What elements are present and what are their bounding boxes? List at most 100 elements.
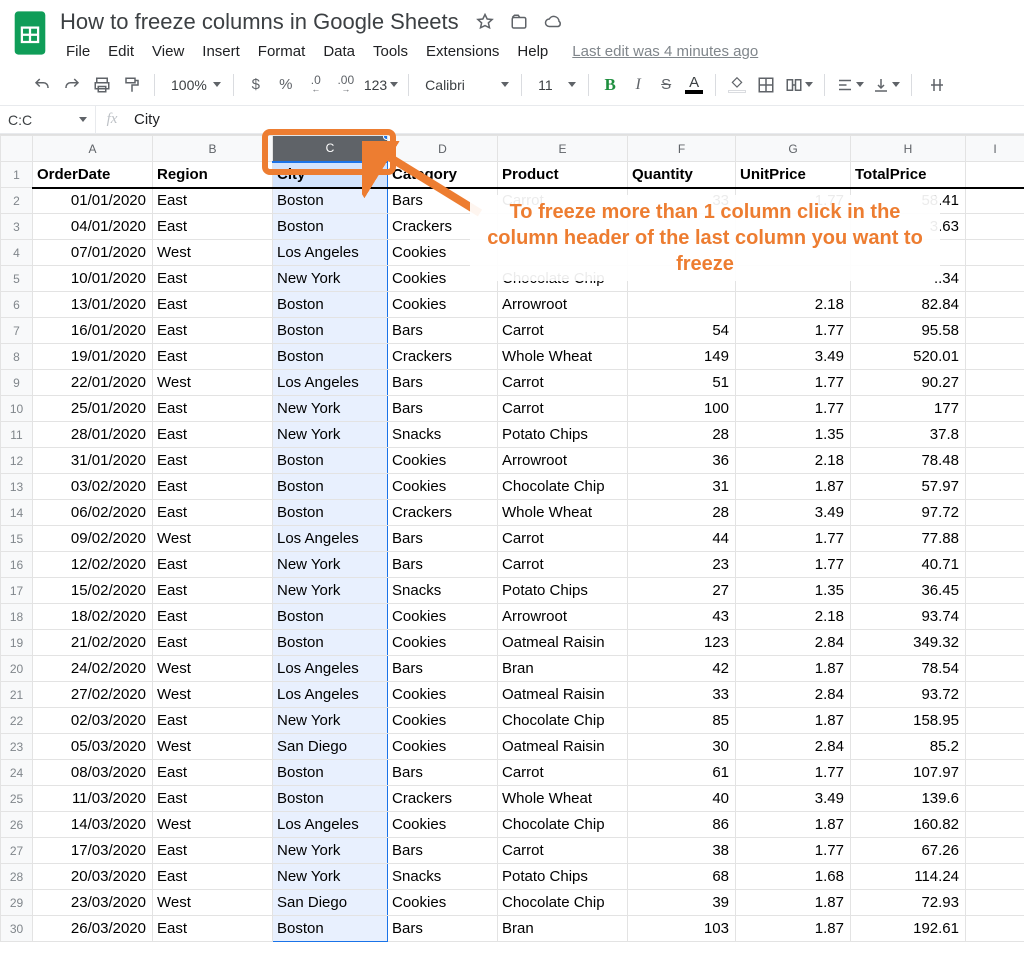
vertical-align-button[interactable] <box>869 71 903 99</box>
cell[interactable]: 16/01/2020 <box>33 318 153 344</box>
cell[interactable]: 1.35 <box>736 578 851 604</box>
cell[interactable]: Boston <box>273 916 388 942</box>
cell[interactable]: 67.26 <box>851 838 966 864</box>
cell[interactable]: Chocolate Chip <box>498 266 628 292</box>
row-header[interactable]: 16 <box>1 552 33 578</box>
column-header-C[interactable]: C <box>273 136 388 162</box>
cell[interactable]: East <box>153 708 273 734</box>
cell[interactable]: East <box>153 318 273 344</box>
cell[interactable]: 27 <box>628 578 736 604</box>
cell[interactable]: City <box>273 162 388 188</box>
row-header[interactable]: 3 <box>1 214 33 240</box>
cell[interactable]: Cookies <box>388 292 498 318</box>
row-header[interactable]: 24 <box>1 760 33 786</box>
cell[interactable]: Carrot <box>498 318 628 344</box>
text-color-button[interactable]: A <box>681 71 707 99</box>
cell[interactable]: 11/03/2020 <box>33 786 153 812</box>
cell[interactable]: 1.87 <box>736 474 851 500</box>
cell[interactable] <box>736 240 851 266</box>
cell[interactable]: 22/01/2020 <box>33 370 153 396</box>
cell[interactable] <box>966 318 1024 344</box>
menu-extensions[interactable]: Extensions <box>418 39 507 64</box>
cell[interactable]: West <box>153 240 273 266</box>
spreadsheet-grid[interactable]: ABCDEFGHI 1OrderDateRegionCityCategoryPr… <box>0 134 1024 942</box>
cell[interactable]: Chocolate Chip <box>498 812 628 838</box>
cell[interactable] <box>966 734 1024 760</box>
cell[interactable] <box>966 162 1024 188</box>
column-header-A[interactable]: A <box>33 136 153 162</box>
menu-format[interactable]: Format <box>250 39 314 64</box>
cell[interactable]: East <box>153 396 273 422</box>
increase-decimal-button[interactable]: .00→ <box>332 71 360 99</box>
row-header[interactable]: 9 <box>1 370 33 396</box>
cell[interactable]: Region <box>153 162 273 188</box>
cell[interactable]: Carrot <box>498 396 628 422</box>
cell[interactable]: 14/03/2020 <box>33 812 153 838</box>
cell[interactable]: Bars <box>388 396 498 422</box>
cell[interactable]: 25/01/2020 <box>33 396 153 422</box>
cell[interactable]: East <box>153 266 273 292</box>
cell[interactable]: 349.32 <box>851 630 966 656</box>
cell[interactable]: Carrot <box>498 370 628 396</box>
cell[interactable]: Arrowroot <box>498 292 628 318</box>
redo-button[interactable] <box>58 71 86 99</box>
cell[interactable]: 97.72 <box>851 500 966 526</box>
cell[interactable]: 18/02/2020 <box>33 604 153 630</box>
cell[interactable]: 30 <box>628 734 736 760</box>
cell[interactable]: 177 <box>851 396 966 422</box>
cell[interactable]: 40 <box>628 786 736 812</box>
cell[interactable] <box>966 604 1024 630</box>
formula-input[interactable]: City <box>128 111 1024 128</box>
strikethrough-button[interactable]: S <box>653 71 679 99</box>
cell[interactable]: Los Angeles <box>273 370 388 396</box>
cell[interactable]: Bars <box>388 838 498 864</box>
cell[interactable]: New York <box>273 422 388 448</box>
cell[interactable] <box>966 812 1024 838</box>
cell[interactable]: Chocolate Chip <box>498 474 628 500</box>
cloud-status-icon[interactable] <box>543 12 563 32</box>
cell[interactable]: 103 <box>628 916 736 942</box>
cell[interactable]: 39 <box>628 890 736 916</box>
cell[interactable] <box>966 344 1024 370</box>
cell[interactable]: 40.71 <box>851 552 966 578</box>
cell[interactable]: 1.87 <box>736 916 851 942</box>
cell[interactable]: 85.2 <box>851 734 966 760</box>
cell[interactable]: Boston <box>273 474 388 500</box>
cell[interactable]: 82.84 <box>851 292 966 318</box>
cell[interactable]: Quantity <box>628 162 736 188</box>
cell[interactable]: Carrot <box>498 526 628 552</box>
cell[interactable]: 3.49 <box>736 786 851 812</box>
row-header[interactable]: 5 <box>1 266 33 292</box>
cell[interactable]: 1.87 <box>736 812 851 838</box>
cell[interactable]: Boston <box>273 318 388 344</box>
menu-tools[interactable]: Tools <box>365 39 416 64</box>
cell[interactable]: East <box>153 864 273 890</box>
cell[interactable]: 2.18 <box>736 604 851 630</box>
cell[interactable]: East <box>153 786 273 812</box>
cell[interactable]: 90.27 <box>851 370 966 396</box>
cell[interactable] <box>966 214 1024 240</box>
row-header[interactable]: 15 <box>1 526 33 552</box>
cell[interactable]: Boston <box>273 214 388 240</box>
menu-help[interactable]: Help <box>509 39 556 64</box>
cell[interactable]: New York <box>273 864 388 890</box>
cell[interactable]: Bran <box>498 656 628 682</box>
cell[interactable]: 33 <box>628 188 736 214</box>
cell[interactable]: 54 <box>628 318 736 344</box>
select-all-corner[interactable] <box>1 136 33 162</box>
cell[interactable]: 149 <box>628 344 736 370</box>
cell[interactable]: 114.24 <box>851 864 966 890</box>
column-header-D[interactable]: D <box>388 136 498 162</box>
cell[interactable]: Carrot <box>498 188 628 214</box>
text-wrap-button[interactable] <box>920 71 954 99</box>
fontsize-select[interactable]: 11 <box>530 71 580 99</box>
cell[interactable]: 95.58 <box>851 318 966 344</box>
cell[interactable]: Boston <box>273 786 388 812</box>
cell[interactable]: East <box>153 604 273 630</box>
paint-format-button[interactable] <box>118 71 146 99</box>
cell[interactable]: West <box>153 890 273 916</box>
cell[interactable] <box>966 708 1024 734</box>
cell[interactable]: Snacks <box>388 578 498 604</box>
cell[interactable]: 192.61 <box>851 916 966 942</box>
cell[interactable]: East <box>153 422 273 448</box>
